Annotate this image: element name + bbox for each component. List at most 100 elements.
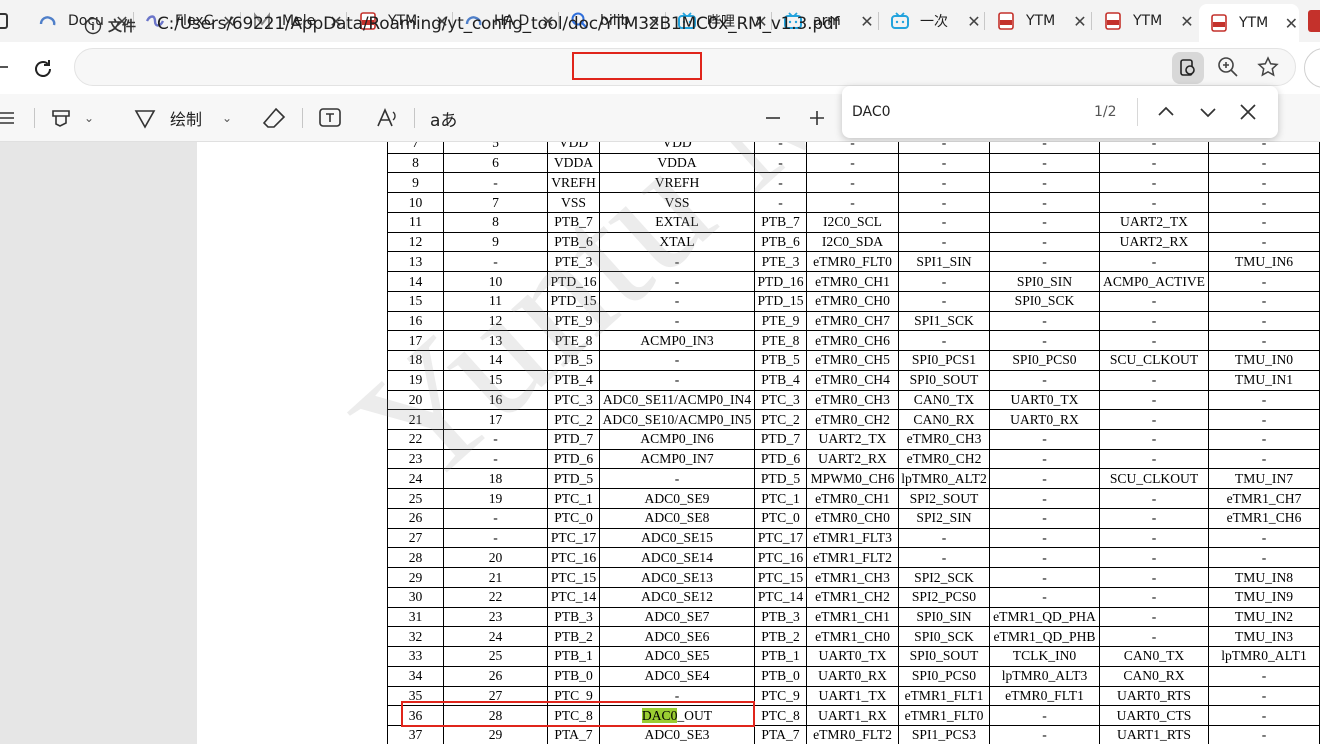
table-cell: 34 <box>387 665 444 687</box>
table-cell: - <box>1099 507 1209 529</box>
site-info[interactable]: 文件 <box>84 16 136 36</box>
table-cell: - <box>898 211 990 233</box>
table-cell: PTC_9 <box>754 685 807 707</box>
table-cell: - <box>898 152 990 174</box>
table-cell: 32 <box>387 626 444 648</box>
url-suffix: _RM_v1.3.pdf <box>728 14 840 34</box>
draw-button[interactable]: 绘制 ⌄ <box>134 94 232 142</box>
favorite-button[interactable] <box>1256 55 1282 81</box>
zoom-button[interactable] <box>1216 55 1242 81</box>
table-cell: 16 <box>443 389 548 411</box>
table-cell: 10 <box>387 192 444 213</box>
browser-tab[interactable]: YTM ✕ <box>1093 4 1197 38</box>
table-cell: - <box>1099 330 1209 352</box>
table-cell: PTD_7 <box>754 429 807 450</box>
table-cell: VDDA <box>547 152 600 174</box>
table-row: 14 10 PTD_16- PTD_16 eTMR0_CH1- SPI0_SIN ACMP0… <box>387 271 1320 292</box>
table-cell: PTC_17 <box>754 527 807 549</box>
tab-close-icon[interactable]: ✕ <box>1284 14 1299 33</box>
pdf-page: 7 5 VDD VDD - - - - - -8 6 VDDA VDDA - - - - - -9- VREFH VRE… <box>197 142 1320 744</box>
table-cell: - <box>1208 310 1320 332</box>
table-cell: eTMR0_CH0 <box>806 290 899 312</box>
table-cell: VSS <box>547 192 600 213</box>
table-cell: - <box>1208 152 1320 174</box>
chevron-down-icon <box>1200 108 1216 118</box>
table-cell: - <box>599 369 755 391</box>
erase-button[interactable] <box>262 94 286 142</box>
find-input[interactable] <box>852 98 1082 126</box>
table-cell: 17 <box>387 330 444 352</box>
table-cell: eTMR0_FLT0 <box>806 251 899 273</box>
table-row: 8 6 VDDA VDDA - - - - - - <box>387 152 1320 174</box>
find-previous-button[interactable] <box>1154 100 1178 124</box>
table-cell: PTB_5 <box>547 350 600 371</box>
browser-tab[interactable]: YTM ✕ <box>1199 4 1299 42</box>
table-cell: - <box>599 310 755 332</box>
back-arrow-icon[interactable] <box>0 66 8 68</box>
url-text[interactable]: C:/Users/69221/AppData/Roaming/yt_config… <box>157 14 839 34</box>
table-cell: eTMR0_FLT2 <box>806 725 899 744</box>
tab-close-icon[interactable]: ✕ <box>1179 12 1195 31</box>
tab-close-icon[interactable]: ✕ <box>966 12 982 31</box>
table-cell: TMU_IN1 <box>1208 369 1320 391</box>
table-cell: - <box>443 527 548 549</box>
table-cell: ADC0_SE11/ACMP0_IN4 <box>599 389 755 411</box>
table-cell: - <box>898 290 990 312</box>
find-next-button[interactable] <box>1196 100 1220 124</box>
table-cell: 18 <box>443 468 548 490</box>
zoom-out-button[interactable] <box>764 94 782 142</box>
zoom-in-button[interactable] <box>808 94 826 142</box>
profile-button[interactable] <box>1304 48 1320 88</box>
table-cell: ADC0_SE6 <box>599 626 755 648</box>
contents-button[interactable] <box>0 94 16 142</box>
highlight-button[interactable]: ⌄ <box>50 94 94 142</box>
table-row: 16 12 PTE_9- PTE_9 eTMR0_CH7 SPI1_SCK - - - <box>387 310 1320 332</box>
table-cell: - <box>1208 665 1320 687</box>
table-row: 12 9 PTB_6 XTAL PTB_6 I2C0_SDA - - UART2_RX - <box>387 231 1320 253</box>
table-cell: 15 <box>387 290 444 312</box>
translate-button[interactable]: aあ <box>430 94 457 142</box>
table-cell: 7 <box>387 142 444 154</box>
table-cell: - <box>989 152 1100 174</box>
tab-close-icon[interactable]: ✕ <box>859 12 875 31</box>
info-icon <box>84 17 102 35</box>
table-cell: - <box>1208 389 1320 411</box>
table-cell: UART1_RTS <box>1099 725 1209 744</box>
browser-tab[interactable]: YTM ✕ <box>986 4 1090 38</box>
table-cell: ADC0_SE10/ACMP0_IN5 <box>599 409 755 431</box>
table-cell: PTE_9 <box>754 310 807 332</box>
table-row: 21 17 PTC_2 ADC0_SE10/ACMP0_IN5 PTC_2 eTMR0_C… <box>387 409 1320 431</box>
table-cell: PTC_8 <box>754 705 807 727</box>
annotation-red-box-row <box>401 701 755 727</box>
table-cell: SPI1_SCK <box>898 310 990 332</box>
refresh-icon <box>35 60 51 77</box>
table-cell: - <box>1208 231 1320 253</box>
table-cell: TCLK_IN0 <box>989 646 1100 667</box>
table-cell: eTMR1_CH3 <box>806 567 899 588</box>
pdf-icon[interactable] <box>1308 10 1320 32</box>
text-box-button[interactable] <box>318 94 342 142</box>
table-cell: - <box>989 527 1100 549</box>
read-aloud-toolbar-button[interactable] <box>376 94 400 142</box>
close-icon <box>1240 104 1256 120</box>
table-cell: PTC_3 <box>547 389 600 411</box>
browser-tab[interactable]: 一次 ✕ <box>880 4 984 38</box>
table-cell: ACMP0_ACTIVE <box>1099 271 1209 292</box>
table-cell: eTMR0_CH4 <box>806 369 899 391</box>
table-cell: 11 <box>443 290 548 312</box>
table-cell: PTC_16 <box>754 547 807 569</box>
table-cell: 23 <box>387 448 444 470</box>
table-cell: PTC_14 <box>754 586 807 608</box>
table-cell: I2C0_SDA <box>806 231 899 253</box>
table-cell: - <box>599 251 755 273</box>
tab-close-icon[interactable]: ✕ <box>1072 12 1088 31</box>
find-close-button[interactable] <box>1236 100 1260 124</box>
table-cell: - <box>898 231 990 253</box>
table-cell: 25 <box>387 488 444 509</box>
refresh-button[interactable] <box>28 54 58 84</box>
table-cell: - <box>989 448 1100 470</box>
table-cell: 26 <box>443 665 548 687</box>
table-cell: 26 <box>387 507 444 529</box>
table-cell: 6 <box>443 152 548 174</box>
read-aloud-button[interactable] <box>1172 52 1204 84</box>
